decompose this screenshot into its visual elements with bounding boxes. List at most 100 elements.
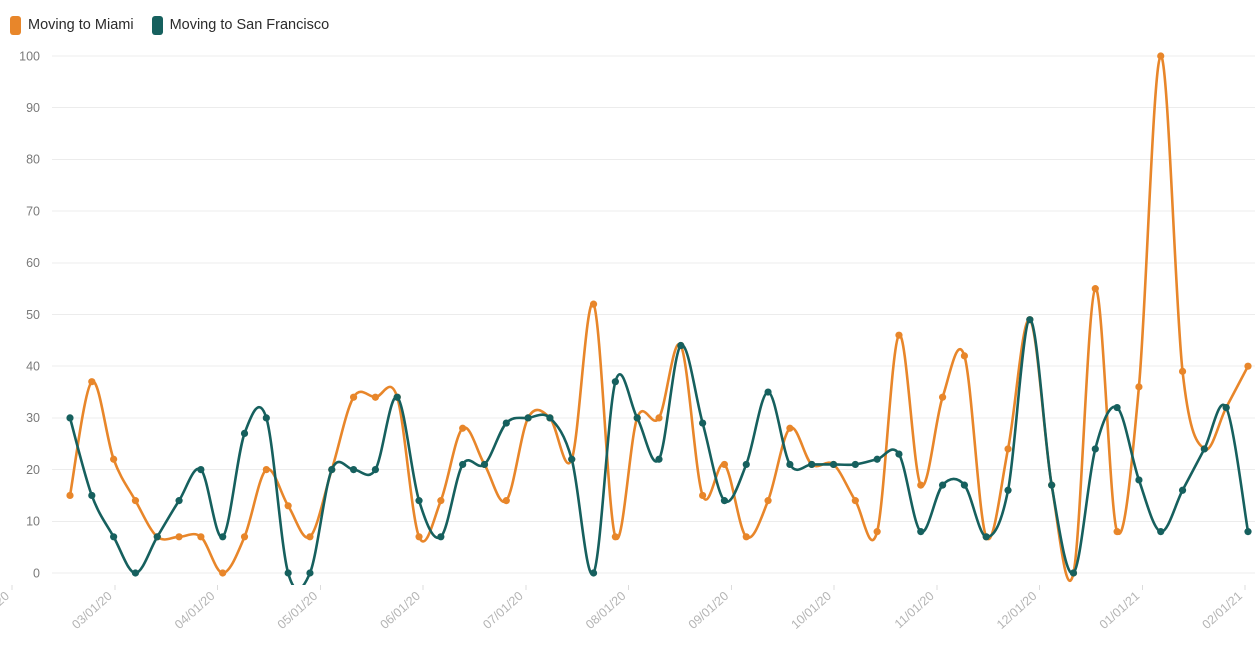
data-point[interactable] <box>851 460 859 469</box>
data-point[interactable] <box>502 419 510 427</box>
data-point[interactable] <box>677 341 685 350</box>
data-point[interactable] <box>437 497 445 505</box>
data-point[interactable] <box>306 533 314 541</box>
data-point[interactable] <box>349 466 358 474</box>
data-point[interactable] <box>110 533 118 541</box>
data-point[interactable] <box>1026 316 1034 324</box>
data-point[interactable] <box>568 455 576 463</box>
data-point[interactable] <box>524 414 532 422</box>
data-point[interactable] <box>720 497 729 505</box>
data-point[interactable] <box>437 533 445 541</box>
data-point[interactable] <box>1135 476 1143 484</box>
data-point[interactable] <box>371 393 380 401</box>
data-point[interactable] <box>1244 528 1252 536</box>
legend-item-label: Moving to Miami <box>28 16 134 33</box>
data-point[interactable] <box>1004 486 1012 494</box>
data-point[interactable] <box>960 481 969 489</box>
data-point[interactable] <box>262 414 270 422</box>
data-point[interactable] <box>459 460 467 469</box>
data-point[interactable] <box>1048 481 1056 489</box>
data-point[interactable] <box>131 569 140 577</box>
data-point[interactable] <box>895 331 903 339</box>
data-point[interactable] <box>786 460 794 469</box>
y-axis-tick-label: 100 <box>19 49 40 63</box>
data-point[interactable] <box>175 533 183 541</box>
data-point[interactable] <box>699 419 707 427</box>
data-point[interactable] <box>1091 285 1099 293</box>
data-point[interactable] <box>175 497 183 505</box>
data-point[interactable] <box>742 460 750 469</box>
data-point[interactable] <box>1113 403 1121 412</box>
data-point[interactable] <box>546 414 554 422</box>
data-point[interactable] <box>197 466 205 474</box>
data-point[interactable] <box>611 533 619 541</box>
data-point[interactable] <box>808 460 816 469</box>
x-axis-svg: 02/01/20 03/01/20 04/01/20 05/01/20 06/01/20… <box>0 585 1246 632</box>
data-point[interactable] <box>742 533 750 541</box>
data-point[interactable] <box>1157 528 1165 536</box>
data-point[interactable] <box>1113 528 1121 536</box>
data-point[interactable] <box>1135 383 1143 391</box>
data-point[interactable] <box>1178 486 1187 494</box>
x-axis: 02/01/20 03/01/20 04/01/20 05/01/20 06/01/20… <box>0 585 1259 650</box>
data-point[interactable] <box>1222 403 1230 412</box>
data-point[interactable] <box>895 450 903 458</box>
data-point[interactable] <box>284 502 292 510</box>
data-point[interactable] <box>1091 445 1099 453</box>
legend-item-moving-to-miami[interactable]: Moving to Miami <box>10 15 134 35</box>
data-point[interactable] <box>1004 445 1012 453</box>
data-point[interactable] <box>349 393 358 401</box>
data-point[interactable] <box>960 352 969 360</box>
data-point[interactable] <box>764 388 772 396</box>
data-point[interactable] <box>88 491 96 500</box>
data-point[interactable] <box>240 429 249 438</box>
data-point[interactable] <box>1178 367 1187 375</box>
data-point[interactable] <box>284 569 292 577</box>
data-point[interactable] <box>1200 445 1208 453</box>
data-point[interactable] <box>306 569 314 577</box>
data-point[interactable] <box>764 497 772 505</box>
data-point[interactable] <box>219 533 227 541</box>
data-point[interactable] <box>502 497 510 505</box>
data-point[interactable] <box>633 414 641 422</box>
data-point[interactable] <box>873 528 881 536</box>
data-point[interactable] <box>699 491 707 500</box>
data-point[interactable] <box>110 455 118 463</box>
y-axis-tick-label: 0 <box>33 566 40 580</box>
data-point[interactable] <box>720 460 729 469</box>
data-point[interactable] <box>415 497 423 505</box>
data-point[interactable] <box>1157 52 1165 60</box>
data-point[interactable] <box>371 466 380 474</box>
data-point[interactable] <box>219 569 227 577</box>
data-point[interactable] <box>480 460 489 469</box>
data-point[interactable] <box>66 414 74 422</box>
data-point[interactable] <box>611 378 619 386</box>
data-point[interactable] <box>982 533 990 541</box>
data-point[interactable] <box>938 481 947 489</box>
data-point[interactable] <box>655 414 663 422</box>
data-point[interactable] <box>393 393 401 401</box>
legend-item-moving-to-san-francisco[interactable]: Moving to San Francisco <box>151 15 329 35</box>
data-point[interactable] <box>328 466 336 474</box>
data-point[interactable] <box>153 533 161 541</box>
data-point[interactable] <box>1069 569 1078 577</box>
data-point[interactable] <box>240 533 249 541</box>
data-point[interactable] <box>415 533 423 541</box>
data-point[interactable] <box>589 569 598 577</box>
data-point[interactable] <box>66 491 74 500</box>
data-point[interactable] <box>131 497 140 505</box>
data-point[interactable] <box>589 300 598 308</box>
data-point[interactable] <box>1244 362 1252 370</box>
data-point[interactable] <box>655 455 663 463</box>
data-point[interactable] <box>262 466 270 474</box>
data-point[interactable] <box>873 455 881 463</box>
data-point[interactable] <box>917 481 925 489</box>
data-point[interactable] <box>938 393 947 401</box>
data-point[interactable] <box>459 424 467 432</box>
data-point[interactable] <box>197 533 205 541</box>
data-point[interactable] <box>88 378 96 386</box>
data-point[interactable] <box>917 528 925 536</box>
data-point[interactable] <box>829 460 838 469</box>
data-point[interactable] <box>786 424 794 432</box>
data-point[interactable] <box>851 497 859 505</box>
